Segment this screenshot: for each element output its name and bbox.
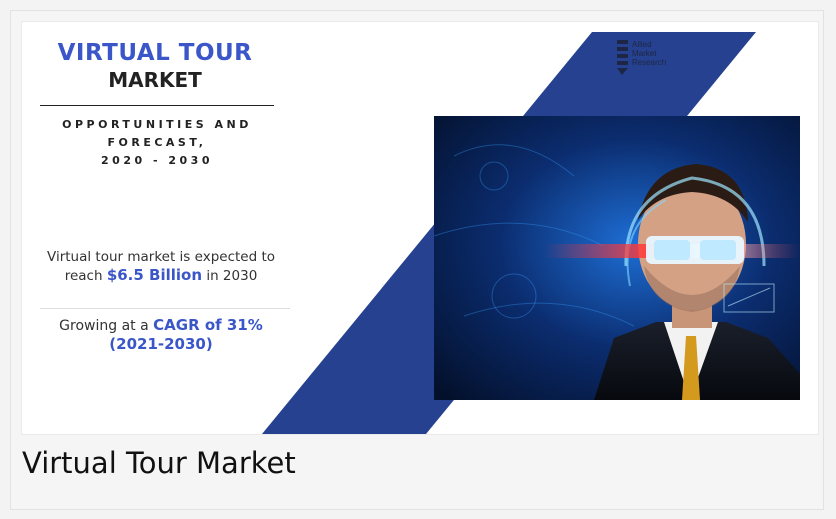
logo-text: Allied Market Research [632, 40, 666, 67]
cagr-stat: Growing at a CAGR of 31% (2021-2030) [36, 316, 286, 354]
cagr-value: CAGR of 31% [153, 316, 263, 334]
subtitle-line-3: 2020 - 2030 [101, 154, 213, 167]
market-size-stat: Virtual tour market is expected to reach… [36, 248, 286, 285]
title-market: MARKET [108, 68, 202, 92]
infographic-image: VIRTUAL TOUR MARKET OPPORTUNITIES AND FO… [22, 22, 818, 434]
market-size-suffix: in 2030 [206, 268, 258, 284]
cagr-period: (2021-2030) [109, 335, 213, 353]
forecast-subtitle: OPPORTUNITIES AND FORECAST, 2020 - 2030 [42, 116, 272, 170]
subtitle-line-2: FORECAST, [107, 136, 207, 149]
vr-headset-photo [434, 116, 800, 400]
logo-word-1: Allied [632, 40, 652, 49]
logo-word-2: Market [632, 49, 657, 58]
subtitle-line-1: OPPORTUNITIES AND [62, 118, 252, 131]
logo-mark-icon [617, 40, 628, 75]
logo-word-3: Research [632, 58, 667, 67]
allied-market-research-logo: Allied Market Research [616, 38, 696, 84]
title-divider [40, 105, 274, 106]
image-caption: Virtual Tour Market [22, 446, 296, 480]
title-virtual-tour: VIRTUAL TOUR [57, 40, 253, 66]
cagr-prefix: Growing at a [59, 318, 149, 334]
stat-divider [40, 308, 290, 309]
market-size-value: $6.5 Billion [106, 266, 203, 284]
